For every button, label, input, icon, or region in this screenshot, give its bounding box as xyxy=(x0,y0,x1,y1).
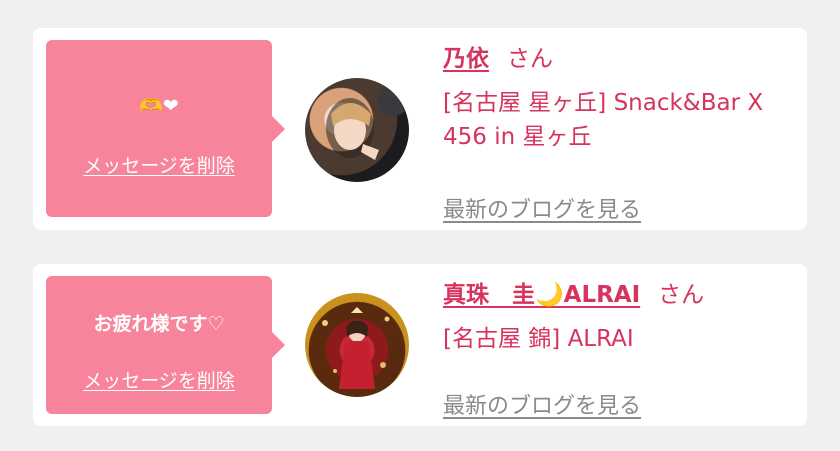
sender-name-line: 真珠 圭🌙ALRAI さん xyxy=(443,278,797,312)
honorific: さん xyxy=(658,282,705,308)
avatar[interactable] xyxy=(305,78,409,182)
avatar-photo xyxy=(326,84,409,160)
sender-name-suffix: ALRAI xyxy=(563,282,641,308)
delete-message-link[interactable]: メッセージを削除 xyxy=(46,369,272,393)
shop-label: [名古屋 星ヶ丘] Snack&Bar X 456 in 星ヶ丘 xyxy=(443,90,764,150)
sender-name-link[interactable]: 乃依 xyxy=(443,46,489,72)
delete-message-link[interactable]: メッセージを削除 xyxy=(46,154,272,178)
message-bubble: お疲れ様です♡ メッセージを削除 xyxy=(46,276,285,414)
message-text: 🫶❤ xyxy=(139,95,179,117)
latest-blog-link[interactable]: 最新のブログを見る xyxy=(443,196,641,226)
message-text: お疲れ様です xyxy=(93,313,208,335)
sender-name-line: 乃依 さん xyxy=(443,42,797,76)
avatar[interactable] xyxy=(305,293,409,397)
message-bubble: 🫶❤ メッセージを削除 xyxy=(46,40,285,217)
honorific: さん xyxy=(507,46,553,72)
sender-name-link[interactable]: 真珠 圭🌙ALRAI xyxy=(443,282,640,308)
latest-blog-link[interactable]: 最新のブログを見る xyxy=(443,392,641,422)
message-text-line: お疲れ様です♡ xyxy=(46,312,272,336)
moon-icon: 🌙 xyxy=(535,282,564,308)
message-card: 🫶❤ メッセージを削除 乃依 さん [名古屋 星ヶ丘] Snack&Bar X 4… xyxy=(33,28,807,230)
outline-heart-icon: ♡ xyxy=(207,313,225,335)
shop-label: [名古屋 錦] ALRAI xyxy=(443,326,634,352)
message-card: お疲れ様です♡ メッセージを削除 真珠 圭🌙ALRAI さん [名古屋 錦] AL… xyxy=(33,264,807,426)
sender-name-prefix: 真珠 圭 xyxy=(443,282,535,308)
sender-info: 乃依 さん [名古屋 星ヶ丘] Snack&Bar X 456 in 星ヶ丘 最新… xyxy=(443,42,797,223)
sender-info: 真珠 圭🌙ALRAI さん [名古屋 錦] ALRAI 最新のブログを見る xyxy=(443,278,797,419)
avatar-photo xyxy=(322,307,390,389)
